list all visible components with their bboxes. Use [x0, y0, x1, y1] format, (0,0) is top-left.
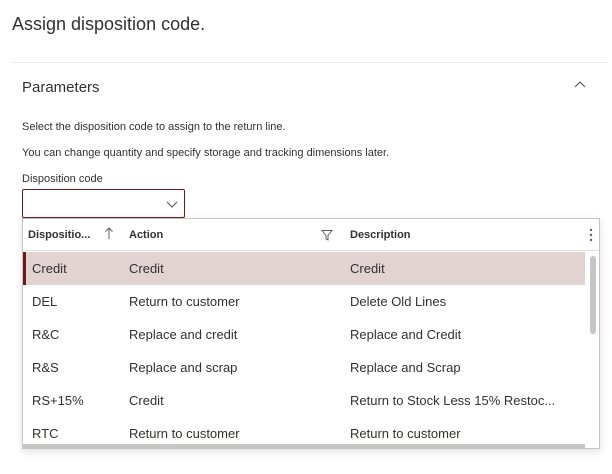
disposition-code-label: Disposition code — [22, 173, 103, 185]
cell-code: R&C — [32, 327, 60, 342]
cell-action: Replace and scrap — [129, 360, 238, 375]
table-row[interactable]: R&C Replace and credit Replace and Credi… — [23, 318, 585, 351]
sort-ascending-icon[interactable] — [104, 226, 114, 240]
filter-icon[interactable] — [320, 228, 334, 241]
cell-code: RS+15% — [32, 393, 84, 408]
grid-header: Dispositio... Action Description — [23, 219, 599, 251]
table-row[interactable]: R&S Replace and scrap Replace and Scrap — [23, 351, 585, 384]
horizontal-scrollbar[interactable] — [23, 444, 585, 448]
chevron-up-icon[interactable] — [572, 77, 588, 93]
info-text-1: Select the disposition code to assign to… — [22, 121, 286, 133]
chevron-down-icon[interactable] — [165, 198, 179, 210]
cell-action: Return to customer — [129, 294, 240, 309]
vertical-scrollbar[interactable] — [588, 252, 598, 448]
cell-description: Delete Old Lines — [350, 294, 447, 309]
cell-code: RTC — [32, 426, 59, 441]
table-row[interactable]: DEL Return to customer Delete Old Lines — [23, 285, 585, 318]
disposition-code-combobox[interactable] — [22, 189, 185, 218]
cell-action: Return to customer — [129, 426, 240, 441]
cell-action: Credit — [129, 261, 164, 276]
cell-code: DEL — [32, 294, 58, 309]
dialog-title: Assign disposition code. — [12, 14, 206, 34]
cell-code: R&S — [32, 360, 59, 375]
cell-action: Credit — [129, 393, 164, 408]
column-header-description[interactable]: Description — [350, 229, 411, 241]
column-header-action[interactable]: Action — [129, 229, 163, 241]
cell-description: Credit — [350, 261, 385, 276]
disposition-code-lookup: Dispositio... Action Description Credit … — [22, 218, 600, 449]
cell-description: Replace and Scrap — [350, 360, 461, 375]
cell-description: Return to Stock Less 15% Restoc... — [350, 393, 556, 408]
table-row[interactable]: Credit Credit Credit — [23, 252, 585, 285]
section-title: Parameters — [22, 79, 100, 96]
more-vertical-icon[interactable] — [587, 227, 595, 243]
info-text-2: You can change quantity and specify stor… — [22, 147, 390, 159]
cell-code: Credit — [32, 261, 67, 276]
table-row[interactable]: RS+15% Credit Return to Stock Less 15% R… — [23, 384, 585, 417]
column-header-disposition-code[interactable]: Dispositio... — [28, 229, 98, 241]
cell-description: Replace and Credit — [350, 327, 462, 342]
cell-description: Return to customer — [350, 426, 461, 441]
cell-action: Replace and credit — [129, 327, 238, 342]
scrollbar-thumb[interactable] — [590, 256, 596, 334]
